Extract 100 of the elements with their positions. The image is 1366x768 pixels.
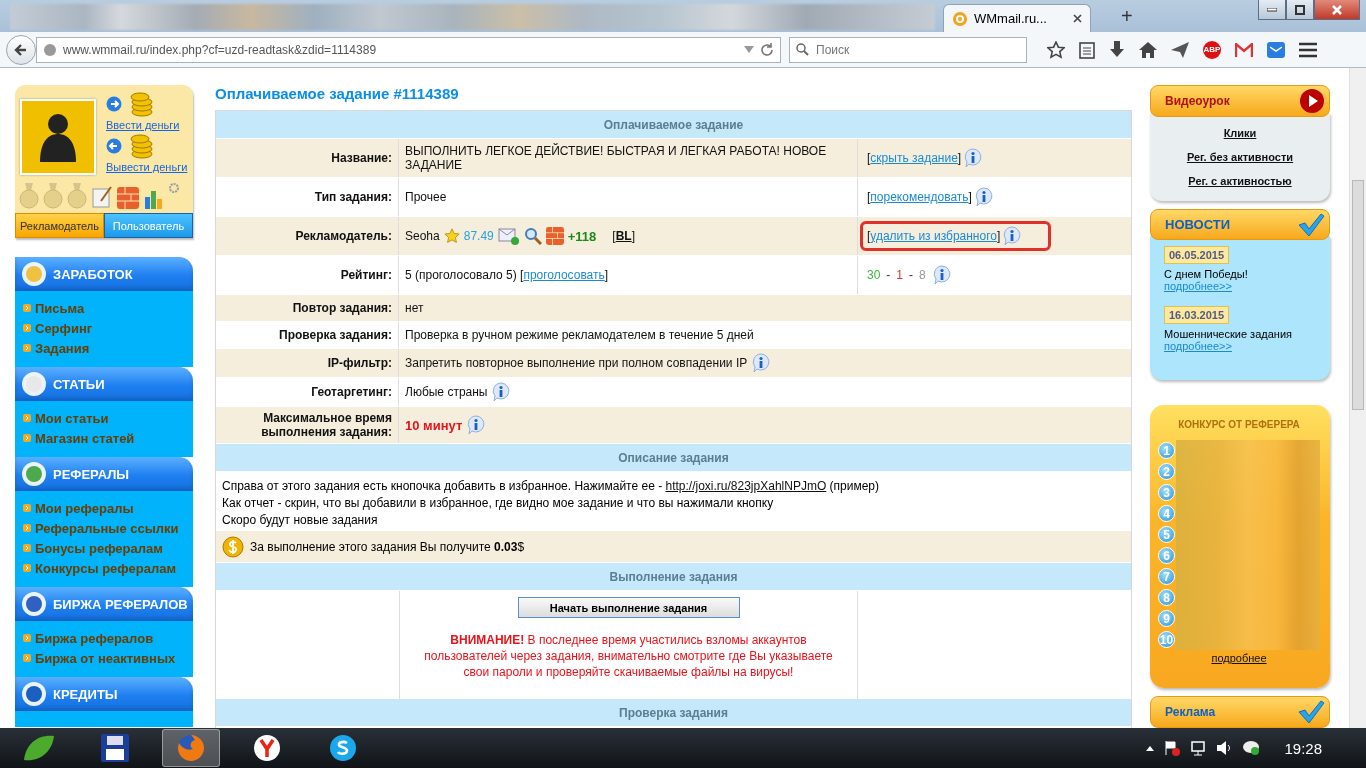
- video-link[interactable]: Рег. без активности: [1186, 150, 1294, 163]
- menu-section-header[interactable]: КРЕДИТЫ: [15, 677, 193, 711]
- section-title: БИРЖА РЕФЕРАЛОВ: [53, 596, 188, 612]
- close-icon[interactable]: [1073, 14, 1082, 23]
- contest-title: КОНКУРС ОТ РЕФЕРЕРА: [1177, 419, 1301, 431]
- back-button[interactable]: [6, 34, 36, 65]
- vote-count: -: [886, 268, 891, 282]
- maximize-icon: [1295, 4, 1305, 15]
- link[interactable]: проголосовать: [523, 268, 605, 282]
- dropdown-icon[interactable]: [744, 45, 754, 54]
- video-link[interactable]: Клики: [1223, 126, 1257, 139]
- star-icon[interactable]: [1047, 40, 1065, 59]
- tab-title: WMmail.ru...: [974, 11, 1048, 26]
- dollar-coin-icon: [222, 535, 244, 558]
- network-icon[interactable]: [1190, 740, 1207, 756]
- notepad-icon[interactable]: [91, 185, 113, 209]
- firefox-app-icon[interactable]: [162, 729, 220, 767]
- link[interactable]: удалить из избранного: [870, 229, 997, 243]
- reload-icon[interactable]: [760, 42, 774, 57]
- news-title: Мошеннические задания: [1164, 328, 1293, 341]
- money-link[interactable]: Вывести деньги: [106, 161, 188, 173]
- menu-item[interactable]: Биржа рефералов: [23, 628, 193, 648]
- medal-icon: [19, 183, 39, 209]
- speaker-icon[interactable]: [1216, 740, 1233, 756]
- browser-tab[interactable]: WMmail.ru...: [943, 4, 1091, 32]
- section-title: СТАТЬИ: [53, 376, 105, 392]
- menu-section-header[interactable]: СТАТЬИ: [15, 367, 193, 401]
- menu-item[interactable]: Реферальные ссылки: [23, 518, 193, 538]
- field-label: Тип задания:: [216, 178, 399, 216]
- menu-item[interactable]: Мои статьи: [23, 408, 193, 428]
- search-field[interactable]: Поиск: [789, 36, 1027, 63]
- clipboard-icon[interactable]: [1079, 40, 1095, 59]
- info-icon[interactable]: [751, 353, 772, 373]
- adblock-icon[interactable]: ABP: [1203, 40, 1221, 59]
- scrollbar-thumb[interactable]: [1352, 180, 1364, 410]
- bullet-icon: [23, 564, 31, 572]
- flag-icon[interactable]: [1164, 740, 1181, 756]
- field-label: Максимальное время выполнения задания:: [216, 407, 399, 443]
- minimize-button[interactable]: [1258, 0, 1286, 20]
- section-title: РЕФЕРАЛЫ: [53, 466, 130, 482]
- new-tab-button[interactable]: +: [1121, 5, 1133, 28]
- menu-item[interactable]: Магазин статей: [23, 428, 193, 448]
- field-label: IP-фильтр:: [216, 349, 399, 377]
- gmail-icon[interactable]: [1235, 42, 1253, 57]
- paper-plane-icon[interactable]: [1171, 41, 1189, 58]
- action-text: [скрыть задание]: [867, 151, 962, 165]
- envelope-plus-icon[interactable]: [497, 226, 520, 246]
- link[interactable]: порекомендовать: [870, 190, 969, 204]
- video-link[interactable]: Рег. с активностью: [1188, 174, 1292, 187]
- menu-section-header[interactable]: РЕФЕРАЛЫ: [15, 457, 193, 491]
- info-icon[interactable]: [963, 148, 984, 168]
- blacklist-text: [BL]: [612, 229, 635, 243]
- menu-item[interactable]: Задания: [23, 338, 193, 358]
- play-icon[interactable]: [1299, 87, 1325, 114]
- bullet-icon: [23, 654, 31, 662]
- info-icon[interactable]: [466, 415, 487, 435]
- show-hidden-icons[interactable]: [1146, 745, 1155, 751]
- medal-icon: [43, 183, 63, 209]
- more-link[interactable]: подробнее: [1158, 652, 1320, 665]
- download-icon[interactable]: [1109, 40, 1125, 59]
- link[interactable]: скрыть задание: [870, 151, 958, 165]
- menu-item[interactable]: Биржа от неактивных: [23, 648, 193, 668]
- brick-wall-icon[interactable]: [545, 227, 564, 245]
- menu-item[interactable]: Конкурсы рефералам: [23, 558, 193, 578]
- field-value: ВЫПОЛНИТЬ ЛЕГКОЕ ДЕЙСТВИЕ! БЫСТРАЯ И ЛЕГКАЯ РАБОТА! НОВОЕ ЗАДАНИЕ: [405, 144, 828, 172]
- vote-count: 8: [919, 268, 926, 282]
- home-icon[interactable]: [1139, 41, 1157, 58]
- menu-item[interactable]: Мои рефералы: [23, 498, 193, 518]
- start-task-button[interactable]: Начать выполнение задания: [517, 597, 740, 618]
- role-tab[interactable]: Рекламодатель: [15, 213, 104, 238]
- page-title: Оплачиваемое задание #1114389: [215, 85, 460, 102]
- info-icon[interactable]: [931, 265, 952, 285]
- bullet-icon: [23, 504, 31, 512]
- mail-icon[interactable]: [1267, 41, 1285, 58]
- info-icon[interactable]: [491, 382, 512, 402]
- field-label: Название:: [216, 139, 399, 177]
- close-button[interactable]: [1314, 0, 1360, 20]
- example-link[interactable]: http://joxi.ru/823jpXahlNPJmO: [665, 479, 827, 493]
- field-value: Проверка в ручном режиме рекламодателем в течение 5 дней: [405, 328, 754, 342]
- rank-number: 7: [1158, 568, 1175, 586]
- money-link[interactable]: Ввести деньги: [106, 119, 188, 131]
- magnifier-icon[interactable]: [523, 227, 542, 245]
- menu-item[interactable]: Бонусы рефералам: [23, 538, 193, 558]
- bullet-icon: [23, 414, 31, 422]
- field-label: Повтор задания:: [216, 295, 399, 321]
- more-link[interactable]: подробнее>>: [1164, 280, 1316, 293]
- menu-icon[interactable]: [1299, 41, 1317, 58]
- scrollbar[interactable]: [1349, 68, 1366, 728]
- menu-section-header[interactable]: БИРЖА РЕФЕРАЛОВ: [15, 587, 193, 621]
- more-link[interactable]: подробнее>>: [1164, 340, 1316, 353]
- role-tab[interactable]: Пользователь: [104, 213, 193, 238]
- maximize-button[interactable]: [1286, 0, 1314, 20]
- menu-section-header[interactable]: ЗАРАБОТОК: [15, 257, 193, 291]
- menu-item[interactable]: Серфинг: [23, 318, 193, 338]
- info-icon[interactable]: [1002, 226, 1023, 246]
- address-bar[interactable]: www.wmmail.ru/index.php?cf=uzd-readtask&zdid=1114389: [36, 36, 781, 63]
- menu-item[interactable]: Письма: [23, 298, 193, 318]
- info-icon[interactable]: [973, 187, 994, 207]
- bullet-icon: [23, 304, 31, 312]
- field-value: 10 минут: [405, 417, 463, 433]
